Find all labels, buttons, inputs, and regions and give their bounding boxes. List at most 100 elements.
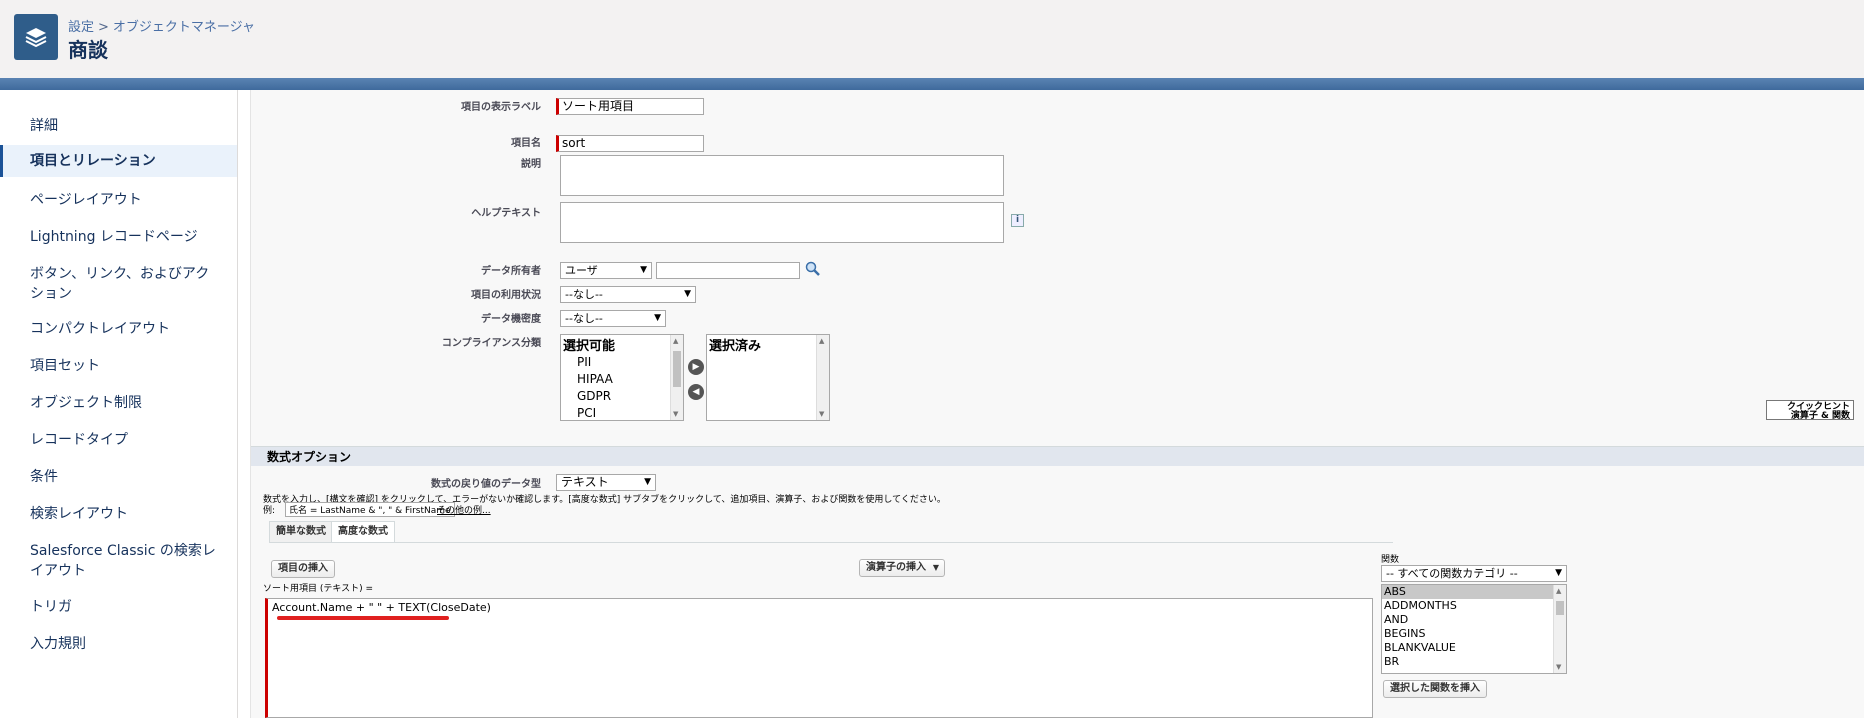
list-item[interactable]: AND <box>1382 613 1566 627</box>
scrollbar[interactable]: ▲ ▼ <box>1553 585 1566 673</box>
scrollbar-thumb[interactable] <box>1556 601 1564 615</box>
list-item[interactable]: PCI <box>561 405 683 422</box>
selected-header: 選択済み <box>709 339 762 354</box>
help-text-label: ヘルプテキスト <box>471 208 541 219</box>
list-item[interactable]: PII <box>561 354 683 371</box>
data-owner-type-select[interactable]: ユーザ ▼ <box>560 262 652 279</box>
return-type-label: 数式の戻り値のデータ型 <box>431 479 541 490</box>
field-name-label: 項目名 <box>511 138 541 149</box>
sidebar-item-conditions[interactable]: 条件 <box>0 467 237 487</box>
data-owner-type-value: ユーザ <box>565 264 598 277</box>
scroll-down-icon: ▼ <box>673 410 679 418</box>
field-usage-value: --なし-- <box>565 288 603 301</box>
scroll-up-icon: ▲ <box>1556 587 1562 595</box>
scrollbar-thumb[interactable] <box>673 351 681 387</box>
functions-label: 関数 <box>1381 555 1400 565</box>
insert-operator-label: 演算子の挿入 <box>866 562 926 573</box>
scroll-down-icon: ▼ <box>819 410 825 418</box>
description-textarea[interactable] <box>560 155 1004 196</box>
field-name-input[interactable]: sort <box>556 135 704 152</box>
main-content: 項目の表示ラベル ソート用項目 項目名 sort 説明 ヘルプテキスト i デー… <box>250 90 1864 718</box>
chevron-down-icon: ▼ <box>1555 568 1562 578</box>
sidebar-item-object-limits[interactable]: オブジェクト制限 <box>0 393 237 413</box>
sidebar-item-details[interactable]: 詳細 <box>0 116 237 136</box>
sidebar-item-fields-relationships[interactable]: 項目とリレーション <box>0 145 237 177</box>
selected-listbox[interactable]: 選択済み ▲ ▼ <box>706 334 830 421</box>
sidebar-item-buttons-links-actions[interactable]: ボタン、リンク、およびアクション <box>0 264 237 304</box>
compliance-label: コンプライアンス分類 <box>441 338 541 349</box>
sidebar-item-page-layouts[interactable]: ページレイアウト <box>0 190 237 210</box>
example-label: 例: <box>263 506 276 516</box>
sidebar-item-classic-search-layouts[interactable]: Salesforce Classic の検索レイアウト <box>0 541 237 581</box>
red-underline-annotation <box>277 616 449 620</box>
formula-editor-label: ソート用項目 (テキスト) = <box>263 584 374 594</box>
tab-advanced-formula[interactable]: 高度な数式 <box>331 521 395 543</box>
tab-divider <box>269 542 1393 543</box>
return-type-select[interactable]: テキスト ▼ <box>556 474 656 491</box>
help-text-textarea[interactable] <box>560 202 1004 243</box>
list-item[interactable]: HIPAA <box>561 371 683 388</box>
sidebar-item-compact-layouts[interactable]: コンパクトレイアウト <box>0 319 237 339</box>
lookup-icon[interactable] <box>805 261 821 277</box>
list-item[interactable]: GDPR <box>561 388 683 405</box>
data-sensitivity-value: --なし-- <box>565 312 603 325</box>
sidebar-item-triggers[interactable]: トリガ <box>0 597 237 617</box>
data-sensitivity-select[interactable]: --なし-- ▼ <box>560 310 666 327</box>
functions-listbox[interactable]: ABS ADDMONTHS AND BEGINS BLANKVALUE BR ▲… <box>1381 584 1567 674</box>
available-listbox[interactable]: 選択可能 PII HIPAA GDPR PCI ▲ ▼ <box>560 334 684 421</box>
insert-field-button[interactable]: 項目の挿入 <box>271 560 335 578</box>
info-icon[interactable]: i <box>1011 214 1024 227</box>
add-arrow-button[interactable]: ▶ <box>688 359 704 375</box>
description-label: 説明 <box>521 159 541 170</box>
formula-options-header: 数式オプション <box>251 446 1864 466</box>
remove-arrow-button[interactable]: ◀ <box>688 384 704 400</box>
sidebar-item-search-layouts[interactable]: 検索レイアウト <box>0 504 237 524</box>
data-owner-label: データ所有者 <box>481 266 541 277</box>
sidebar-item-field-sets[interactable]: 項目セット <box>0 356 237 376</box>
insert-operator-button[interactable]: 演算子の挿入 ▼ <box>859 559 945 577</box>
field-label-label: 項目の表示ラベル <box>461 102 541 113</box>
data-sensitivity-label: データ機密度 <box>481 314 541 325</box>
page-title: 商談 <box>68 38 108 62</box>
field-label-input[interactable]: ソート用項目 <box>556 98 704 115</box>
field-usage-label: 項目の利用状況 <box>471 290 541 301</box>
insert-selected-function-button[interactable]: 選択した関数を挿入 <box>1383 680 1487 698</box>
breadcrumb-separator: > <box>98 20 109 35</box>
more-examples-link[interactable]: その他の例... <box>437 503 491 516</box>
scroll-up-icon: ▲ <box>673 337 679 345</box>
breadcrumb-settings-link[interactable]: 設定 <box>68 20 94 35</box>
quick-hint-link[interactable]: 演算子 & 関数 <box>1770 412 1850 421</box>
breadcrumb-object-manager-link[interactable]: オブジェクトマネージャ <box>113 20 255 35</box>
formula-editor-content: Account.Name + " " + TEXT(CloseDate) <box>272 601 491 614</box>
header-band <box>0 78 1864 90</box>
chevron-down-icon: ▼ <box>640 265 647 275</box>
chevron-down-icon: ▼ <box>932 563 939 572</box>
sidebar-item-validation-rules[interactable]: 入力規則 <box>0 634 237 654</box>
return-type-value: テキスト <box>561 475 609 489</box>
field-usage-select[interactable]: --なし-- ▼ <box>560 286 696 303</box>
page-header: 設定 > オブジェクトマネージャ 商談 <box>0 0 1864 78</box>
scroll-up-icon: ▲ <box>819 337 825 345</box>
tab-simple-formula[interactable]: 簡単な数式 <box>269 521 333 543</box>
quick-hint-box[interactable]: クイックヒント 演算子 & 関数 <box>1766 400 1854 421</box>
chevron-down-icon: ▼ <box>644 477 651 487</box>
breadcrumb: 設定 > オブジェクトマネージャ <box>68 16 255 35</box>
list-item[interactable]: ADDMONTHS <box>1382 599 1566 613</box>
scrollbar[interactable]: ▲ ▼ <box>816 335 829 420</box>
list-item[interactable]: ABS <box>1382 585 1566 599</box>
example-value: 氏名 = LastName & ", " & FirstName <box>285 502 455 517</box>
available-header: 選択可能 <box>563 339 616 354</box>
list-item[interactable]: BEGINS <box>1382 627 1566 641</box>
function-category-value: -- すべての関数カテゴリ -- <box>1386 567 1518 580</box>
layers-icon <box>14 14 58 60</box>
chevron-down-icon: ▼ <box>654 313 661 323</box>
sidebar-item-lightning-record-pages[interactable]: Lightning レコードページ <box>0 227 237 247</box>
scrollbar[interactable]: ▲ ▼ <box>670 335 683 420</box>
list-item[interactable]: BR <box>1382 655 1566 669</box>
data-owner-input[interactable] <box>656 262 800 279</box>
function-category-select[interactable]: -- すべての関数カテゴリ -- ▼ <box>1381 565 1567 582</box>
sidebar-item-record-types[interactable]: レコードタイプ <box>0 430 237 450</box>
chevron-down-icon: ▼ <box>684 289 691 299</box>
list-item[interactable]: BLANKVALUE <box>1382 641 1566 655</box>
sidebar: 詳細 項目とリレーション ページレイアウト Lightning レコードページ … <box>0 90 238 718</box>
